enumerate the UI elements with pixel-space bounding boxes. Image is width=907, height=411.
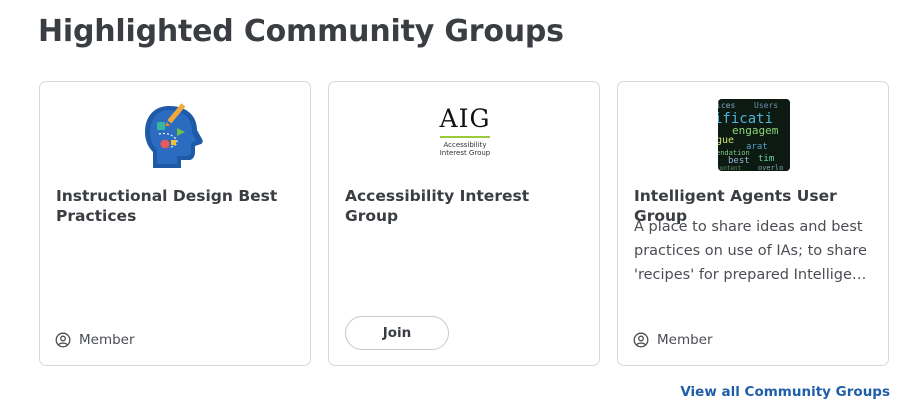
membership-status: Member <box>633 332 713 348</box>
membership-label: Member <box>657 332 713 348</box>
svg-text:content: content <box>718 165 742 171</box>
group-title[interactable]: Accessibility Interest Group <box>345 186 581 226</box>
aig-logo-subtext: Accessibility Interest Group <box>439 141 491 157</box>
svg-text:tim: tim <box>758 154 774 164</box>
svg-text:engagem: engagem <box>732 124 779 137</box>
group-title[interactable]: Instructional Design Best Practices <box>56 186 292 226</box>
group-description: A place to share ideas and best practice… <box>634 219 867 283</box>
aig-logo-text: AIG <box>439 104 491 133</box>
group-card-instructional-design[interactable]: Instructional Design Best Practices Memb… <box>39 81 311 366</box>
svg-text:Users: Users <box>754 101 778 110</box>
svg-text:overlo: overlo <box>758 164 783 171</box>
group-logo-head-icon <box>139 98 213 172</box>
user-circle-icon <box>55 332 71 348</box>
membership-status: Member <box>55 332 135 348</box>
svg-text:gue: gue <box>718 135 734 146</box>
membership-label: Member <box>79 332 135 348</box>
group-logo-word-cloud: ices Users ificati engagem gue arat enda… <box>717 98 791 172</box>
aig-logo-divider <box>440 136 490 138</box>
section-title: Highlighted Community Groups <box>38 14 564 49</box>
user-circle-icon <box>633 332 649 348</box>
view-all-groups-link[interactable]: View all Community Groups <box>680 384 890 400</box>
join-button[interactable]: Join <box>345 316 449 350</box>
group-logo-aig: AIG Accessibility Interest Group <box>428 98 502 172</box>
svg-text:ices: ices <box>718 101 735 110</box>
group-card-accessibility[interactable]: AIG Accessibility Interest Group Accessi… <box>328 81 600 366</box>
group-card-intelligent-agents[interactable]: ices Users ificati engagem gue arat enda… <box>617 81 889 366</box>
